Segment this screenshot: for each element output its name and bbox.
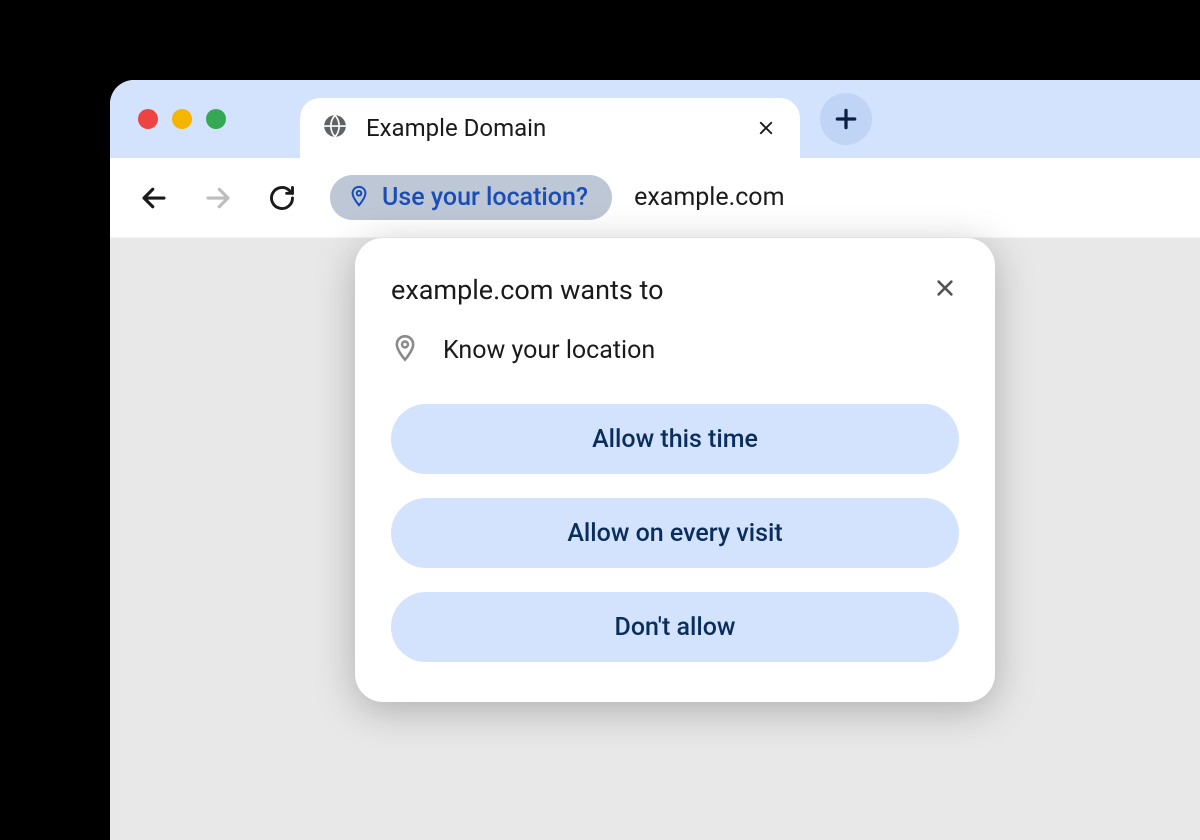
- popup-title: example.com wants to: [391, 274, 663, 306]
- close-icon: [934, 277, 956, 299]
- tab-title: Example Domain: [366, 114, 736, 142]
- permission-row: Know your location: [391, 334, 959, 366]
- browser-window: Example Domain: [110, 80, 1200, 840]
- location-pin-icon: [391, 334, 419, 366]
- location-chip-label: Use your location?: [382, 183, 588, 212]
- allow-once-button[interactable]: Allow this time: [391, 404, 959, 474]
- arrow-right-icon: [203, 183, 233, 213]
- window-controls: [138, 109, 226, 129]
- tab-close-button[interactable]: [754, 116, 778, 140]
- deny-button[interactable]: Don't allow: [391, 592, 959, 662]
- globe-icon: [322, 113, 348, 143]
- address-bar[interactable]: Use your location? example.com: [330, 175, 1172, 220]
- url-text: example.com: [634, 183, 784, 212]
- location-pin-icon: [348, 185, 370, 211]
- forward-button[interactable]: [202, 182, 234, 214]
- reload-button[interactable]: [266, 182, 298, 214]
- toolbar: Use your location? example.com: [110, 158, 1200, 238]
- window-maximize-button[interactable]: [206, 109, 226, 129]
- permission-popup: example.com wants to Know your location …: [355, 238, 995, 702]
- allow-always-button[interactable]: Allow on every visit: [391, 498, 959, 568]
- popup-close-button[interactable]: [931, 274, 959, 302]
- arrow-left-icon: [139, 183, 169, 213]
- permission-label: Know your location: [443, 336, 655, 365]
- reload-icon: [268, 184, 296, 212]
- new-tab-button[interactable]: [820, 93, 872, 145]
- plus-icon: [833, 106, 859, 132]
- window-minimize-button[interactable]: [172, 109, 192, 129]
- popup-buttons: Allow this time Allow on every visit Don…: [391, 404, 959, 662]
- window-close-button[interactable]: [138, 109, 158, 129]
- tab-strip: Example Domain: [110, 80, 1200, 158]
- browser-tab[interactable]: Example Domain: [300, 98, 800, 158]
- back-button[interactable]: [138, 182, 170, 214]
- location-permission-chip[interactable]: Use your location?: [330, 175, 612, 220]
- close-icon: [757, 119, 775, 137]
- popup-header: example.com wants to: [391, 274, 959, 306]
